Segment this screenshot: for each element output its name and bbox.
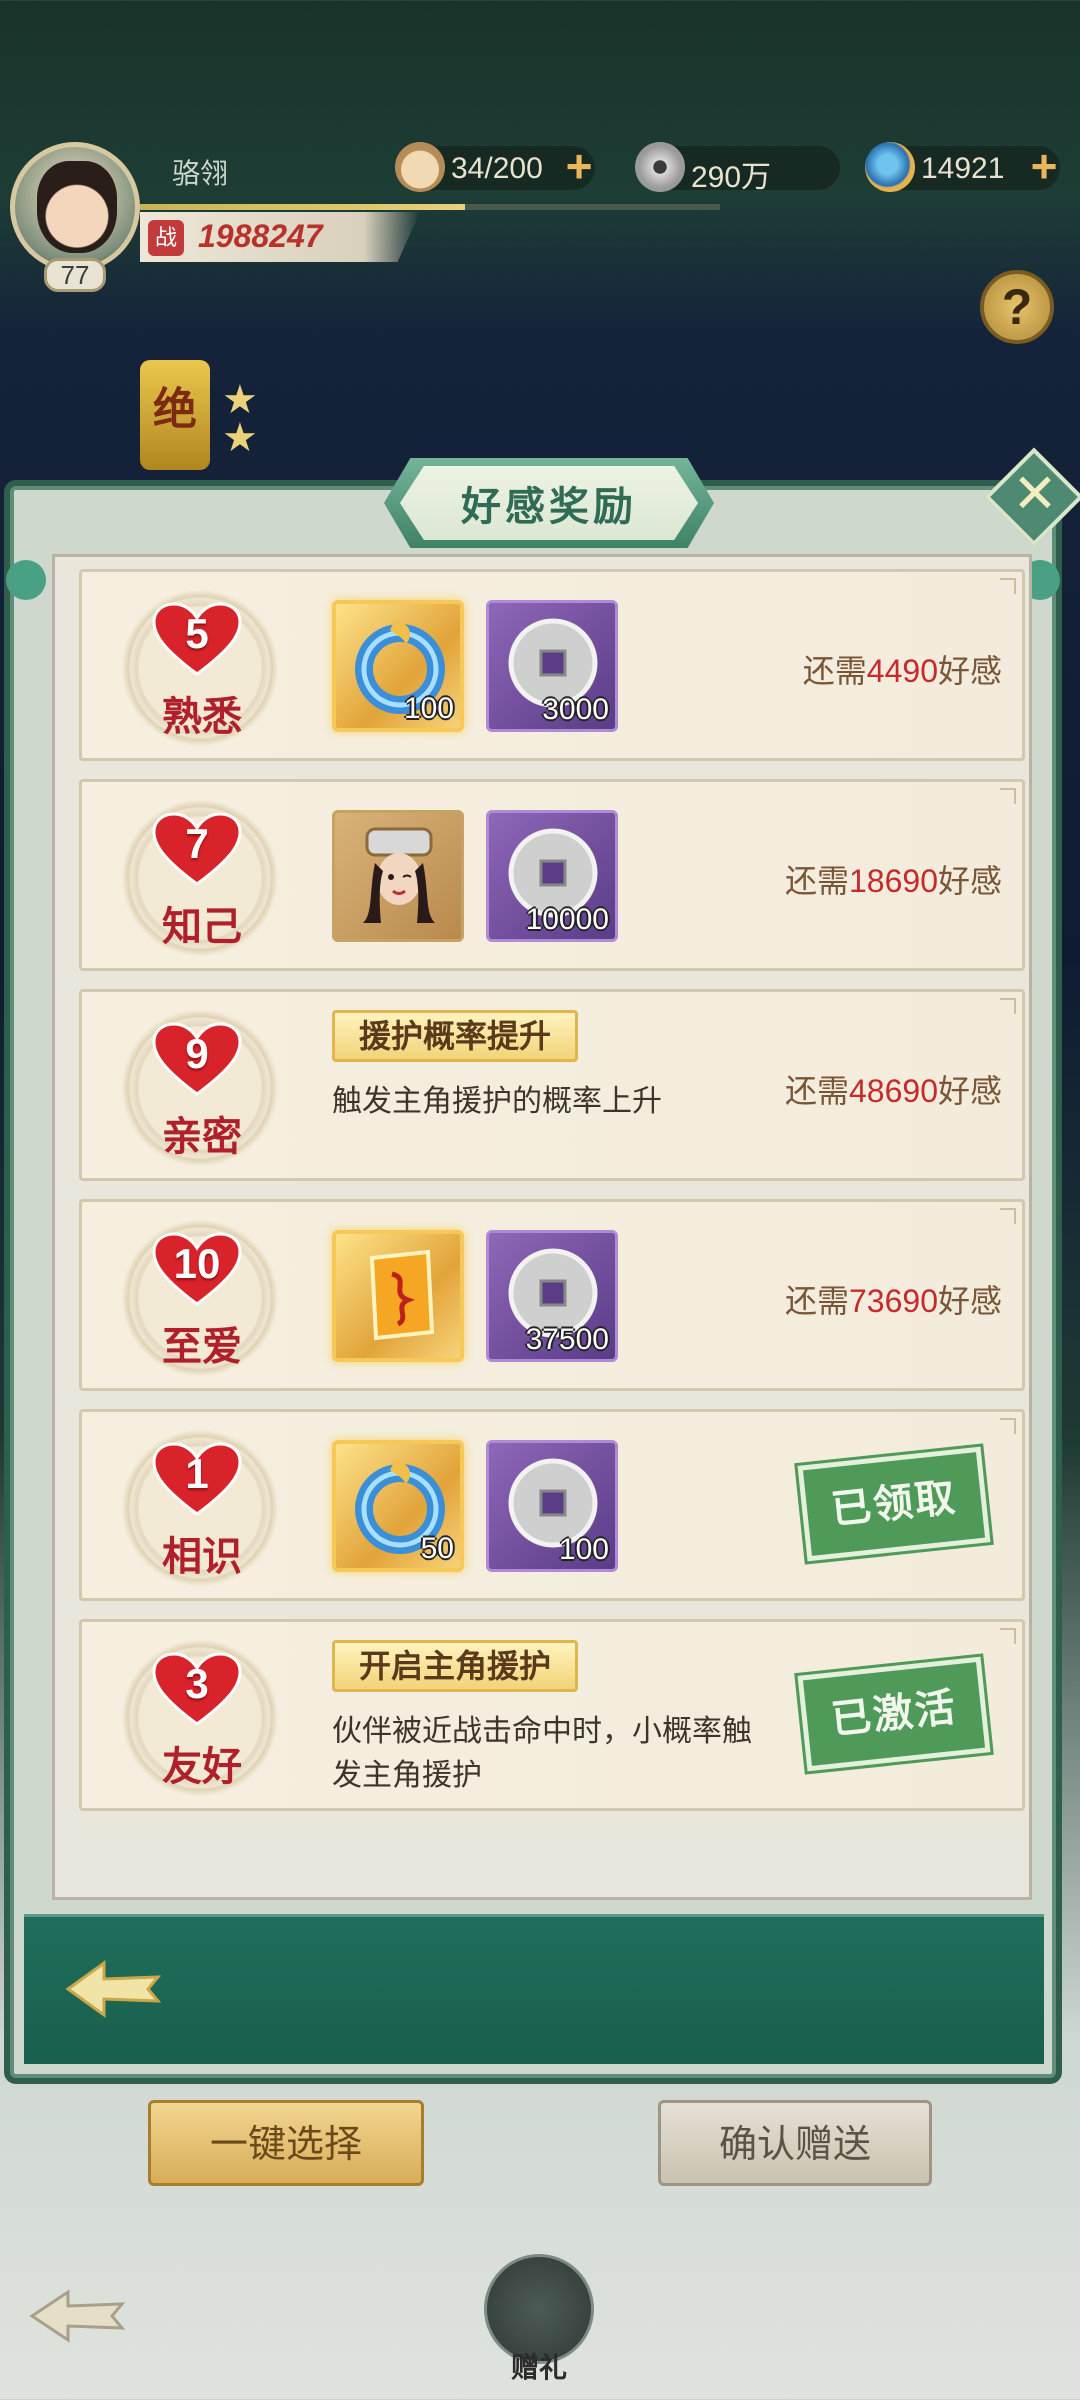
rank-badge: 绝 bbox=[140, 360, 210, 470]
buff-description: 伙伴被近战击命中时，小概率触发主角援护 bbox=[332, 1715, 752, 1792]
power-value: 1988247 bbox=[198, 218, 323, 254]
character-portrait-icon bbox=[349, 823, 449, 923]
buff-title: 开启主角援护 bbox=[332, 1640, 579, 1692]
player-avatar[interactable] bbox=[10, 142, 140, 272]
modal-footer bbox=[24, 1914, 1044, 2064]
heart-icon: 3 bbox=[152, 1652, 242, 1726]
add-gem-button[interactable]: + bbox=[1022, 143, 1066, 190]
reward-qty: 10000 bbox=[525, 903, 609, 936]
gem-value: 14921 bbox=[921, 152, 1005, 185]
heart-icon: 1 bbox=[152, 1442, 242, 1516]
affection-needed: 还需18690好感 bbox=[784, 863, 1002, 899]
select-all-button[interactable]: 一键选择 bbox=[148, 2100, 424, 2186]
reward-row-level-1: 1 相识 50 100 已领取 bbox=[79, 1409, 1025, 1601]
affection-needed: 还需73690好感 bbox=[784, 1283, 1002, 1319]
reward-qty: 100 bbox=[558, 1533, 609, 1566]
level-name: 至爱 bbox=[162, 1325, 242, 1369]
food-resource: 34/200 + bbox=[395, 142, 595, 192]
reward-row-level-10: 10 至爱 37500 还需73690好感 bbox=[79, 1199, 1025, 1391]
reward-item[interactable]: 100 bbox=[332, 600, 464, 732]
top-bar: 77 骆翎 战 1988247 34/200 + 290万 14921 + bbox=[0, 130, 1080, 292]
level-name: 知己 bbox=[162, 905, 242, 949]
affection-needed: 还需4490好感 bbox=[802, 653, 1002, 689]
buff-title: 援护概率提升 bbox=[332, 1010, 579, 1062]
reward-row-level-5: 5 熟悉 100 3000 还需4490好感 bbox=[79, 569, 1025, 761]
gem-icon bbox=[865, 142, 915, 192]
bun-icon bbox=[395, 142, 445, 192]
gem-resource: 14921 + bbox=[865, 142, 1060, 192]
reward-qty: 37500 bbox=[525, 1323, 609, 1356]
star-icon: ★ bbox=[222, 416, 258, 460]
affection-needed-value: 73690 bbox=[849, 1283, 938, 1319]
reward-row-level-3: 3 友好 开启主角援护 伙伴被近战击命中时，小概率触发主角援护 已激活 bbox=[79, 1619, 1025, 1811]
close-icon[interactable]: ✕ bbox=[1007, 466, 1063, 522]
reward-item[interactable]: 3000 bbox=[486, 600, 618, 732]
food-value: 34/200 bbox=[451, 152, 543, 185]
reward-row-level-7: 7 知己 10000 还需18690好感 bbox=[79, 779, 1025, 971]
level-name: 亲密 bbox=[162, 1115, 242, 1159]
reward-item[interactable] bbox=[332, 810, 464, 942]
heart-icon: 5 bbox=[152, 602, 242, 676]
reward-list[interactable]: 5 熟悉 100 3000 还需4490好感 7 知己 10000 还需1869… bbox=[52, 554, 1032, 1900]
reward-item[interactable]: 50 bbox=[332, 1440, 464, 1572]
help-button[interactable]: ? bbox=[980, 270, 1054, 344]
xp-bar bbox=[140, 204, 720, 210]
activated-stamp: 已激活 bbox=[794, 1653, 994, 1775]
avatar-portrait bbox=[37, 161, 117, 253]
reward-qty: 50 bbox=[420, 1532, 454, 1565]
player-level-badge: 77 bbox=[44, 258, 106, 292]
reward-item[interactable] bbox=[332, 1230, 464, 1362]
heart-level-number: 9 bbox=[185, 1030, 209, 1077]
modal-title: 好感奖励 bbox=[461, 485, 637, 529]
power-icon: 战 bbox=[148, 220, 184, 256]
reward-item[interactable]: 37500 bbox=[486, 1230, 618, 1362]
title-plate: 好感奖励 bbox=[384, 458, 714, 548]
gift-label: 赠礼 bbox=[510, 2352, 567, 2383]
heart-level-number: 3 bbox=[185, 1660, 209, 1707]
affection-needed-value: 4490 bbox=[866, 653, 938, 689]
reward-qty: 100 bbox=[403, 692, 454, 725]
buff-description: 触发主角援护的概率上升 bbox=[332, 1085, 662, 1118]
affection-needed-value: 18690 bbox=[849, 863, 938, 899]
star-icon: ★ bbox=[222, 378, 258, 422]
reward-row-level-9: 9 亲密 援护概率提升 触发主角援护的概率上升 还需48690好感 bbox=[79, 989, 1025, 1181]
heart-level-number: 1 bbox=[185, 1450, 209, 1497]
affection-needed: 还需48690好感 bbox=[784, 1073, 1002, 1109]
heart-level-number: 5 bbox=[185, 610, 209, 657]
coin-value: 290万 bbox=[691, 161, 772, 194]
affection-reward-modal: 好感奖励 ✕ 5 熟悉 100 3000 还需4490好感 7 知己 10000… bbox=[6, 447, 1080, 2078]
level-name: 熟悉 bbox=[162, 695, 242, 739]
reward-item[interactable]: 10000 bbox=[486, 810, 618, 942]
heart-icon: 7 bbox=[152, 812, 242, 886]
player-name: 骆翎 bbox=[172, 158, 229, 189]
coin-resource: 290万 bbox=[635, 142, 840, 194]
claimed-stamp: 已领取 bbox=[794, 1443, 994, 1565]
reward-item[interactable]: 100 bbox=[486, 1440, 618, 1572]
level-name: 友好 bbox=[162, 1745, 242, 1789]
level-name: 相识 bbox=[162, 1535, 242, 1579]
heart-level-number: 7 bbox=[185, 820, 209, 867]
back-arrow-icon[interactable] bbox=[64, 1953, 164, 2023]
confirm-gift-button[interactable]: 确认赠送 bbox=[658, 2100, 932, 2186]
back-button[interactable] bbox=[28, 2284, 128, 2348]
coin-icon bbox=[635, 142, 685, 192]
heart-icon: 10 bbox=[152, 1232, 242, 1306]
scroll-card-icon bbox=[350, 1244, 450, 1344]
dragon-ornament-icon bbox=[6, 560, 46, 600]
xp-fill bbox=[140, 204, 465, 210]
add-food-button[interactable]: + bbox=[557, 143, 601, 190]
affection-needed-value: 48690 bbox=[849, 1073, 938, 1109]
heart-icon: 9 bbox=[152, 1022, 242, 1096]
heart-level-number: 10 bbox=[173, 1240, 221, 1287]
reward-qty: 3000 bbox=[542, 693, 609, 726]
